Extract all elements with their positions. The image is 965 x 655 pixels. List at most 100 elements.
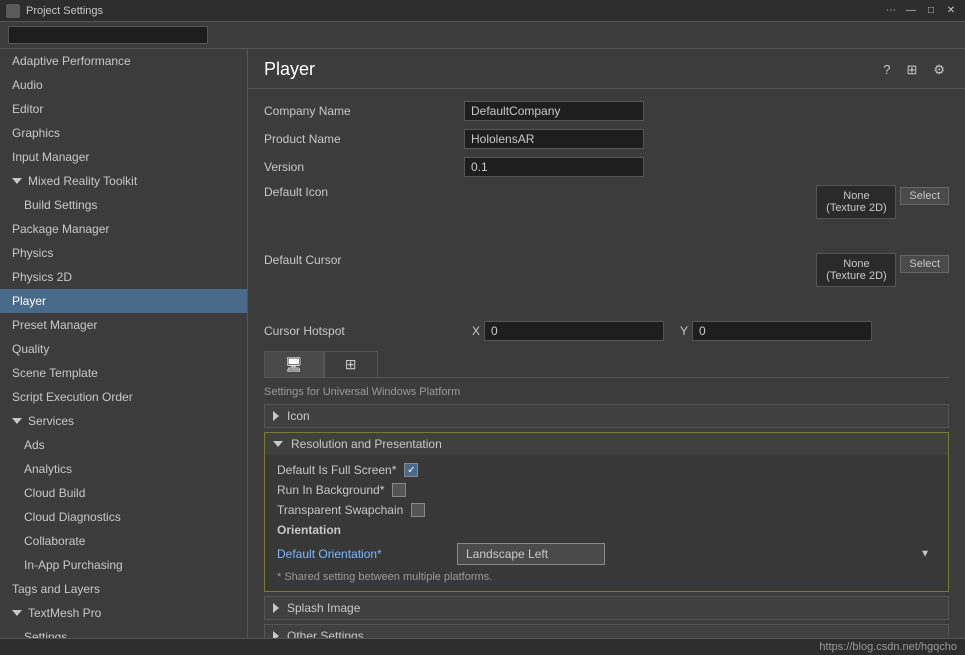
sidebar-item-cloud-build[interactable]: Cloud Build xyxy=(0,481,247,505)
company-name-input[interactable] xyxy=(464,101,644,121)
uwp-label: Settings for Universal Windows Platform xyxy=(264,386,949,398)
default-icon-label: Default Icon xyxy=(264,185,464,199)
layout-button[interactable]: ⊞ xyxy=(902,60,921,80)
run-background-checkbox[interactable] xyxy=(392,483,406,497)
sidebar-item-tags-and-layers[interactable]: Tags and Layers xyxy=(0,577,247,601)
default-cursor-preview: None (Texture 2D) xyxy=(816,253,896,287)
checkmark-icon: ✓ xyxy=(407,465,415,476)
product-name-row: Product Name xyxy=(264,129,949,149)
sidebar-item-ads[interactable]: Ads xyxy=(0,433,247,457)
version-row: Version xyxy=(264,157,949,177)
version-input[interactable] xyxy=(464,157,644,177)
other-settings-header[interactable]: Other Settings xyxy=(265,625,948,638)
sidebar-item-script-execution-order[interactable]: Script Execution Order xyxy=(0,385,247,409)
product-name-input[interactable] xyxy=(464,129,644,149)
other-settings-section: Other Settings xyxy=(264,624,949,638)
default-orientation-label: Default Orientation* xyxy=(277,547,457,561)
resolution-triangle xyxy=(273,441,283,447)
sidebar-item-textmesh-pro[interactable]: TextMesh Pro xyxy=(0,601,247,625)
default-icon-select[interactable]: Select xyxy=(900,187,949,205)
full-screen-label: Default Is Full Screen* xyxy=(277,463,396,477)
platform-tab-windows[interactable]: ⊞ xyxy=(324,351,378,377)
resolution-content: Default Is Full Screen* ✓ Run In Backgro… xyxy=(265,455,948,591)
sidebar-item-adaptive-performance[interactable]: Adaptive Performance xyxy=(0,49,247,73)
default-cursor-select[interactable]: Select xyxy=(900,255,949,273)
help-button[interactable]: ? xyxy=(879,60,894,80)
sidebar-item-settings[interactable]: Settings xyxy=(0,625,247,638)
icon-triangle xyxy=(273,411,279,421)
sidebar-item-graphics[interactable]: Graphics xyxy=(0,121,247,145)
close-button[interactable]: ✕ xyxy=(943,3,959,19)
x-input[interactable] xyxy=(484,321,664,341)
menu-button[interactable]: ⋯ xyxy=(883,3,899,19)
default-icon-none: None xyxy=(843,190,869,202)
content-header: Player ? ⊞ ⚙ xyxy=(248,49,965,89)
triangle-icon-services xyxy=(12,418,22,424)
windows-icon: ⊞ xyxy=(345,356,357,372)
maximize-button[interactable]: □ xyxy=(923,3,939,19)
default-icon-preview: None (Texture 2D) xyxy=(816,185,896,219)
default-cursor-none: None xyxy=(843,258,869,270)
x-label: X xyxy=(472,324,480,338)
sidebar-item-input-manager[interactable]: Input Manager xyxy=(0,145,247,169)
sidebar-item-analytics[interactable]: Analytics xyxy=(0,457,247,481)
default-icon-area: Default Icon None (Texture 2D) Select xyxy=(264,185,949,245)
search-input[interactable] xyxy=(8,26,208,44)
orientation-select[interactable]: Landscape Left Landscape Right Portrait … xyxy=(457,543,605,565)
sidebar-item-preset-manager[interactable]: Preset Manager xyxy=(0,313,247,337)
version-label: Version xyxy=(264,160,464,174)
resolution-collapse-header[interactable]: Resolution and Presentation xyxy=(265,433,948,455)
run-background-label: Run In Background* xyxy=(277,483,384,497)
title-bar: Project Settings ⋯ — □ ✕ xyxy=(0,0,965,22)
title-bar-controls: ⋯ — □ ✕ xyxy=(883,3,959,19)
sidebar: Adaptive Performance Audio Editor Graphi… xyxy=(0,49,248,638)
sidebar-item-physics-2d[interactable]: Physics 2D xyxy=(0,265,247,289)
sidebar-item-audio[interactable]: Audio xyxy=(0,73,247,97)
sidebar-item-physics[interactable]: Physics xyxy=(0,241,247,265)
sidebar-item-player[interactable]: Player xyxy=(0,289,247,313)
app-icon xyxy=(6,4,20,18)
sidebar-item-cloud-diagnostics[interactable]: Cloud Diagnostics xyxy=(0,505,247,529)
sidebar-item-quality[interactable]: Quality xyxy=(0,337,247,361)
run-background-row: Run In Background* xyxy=(277,483,936,497)
splash-image-header[interactable]: Splash Image xyxy=(265,597,948,619)
sidebar-item-in-app-purchasing[interactable]: In-App Purchasing xyxy=(0,553,247,577)
sidebar-item-scene-template[interactable]: Scene Template xyxy=(0,361,247,385)
x-coord-field: X xyxy=(472,321,664,341)
y-input[interactable] xyxy=(692,321,872,341)
gear-settings-button[interactable]: ⚙ xyxy=(929,60,949,80)
default-cursor-texture: (Texture 2D) xyxy=(826,270,887,282)
cursor-hotspot-label: Cursor Hotspot xyxy=(264,324,464,338)
sidebar-item-collaborate[interactable]: Collaborate xyxy=(0,529,247,553)
transparent-swapchain-checkbox[interactable] xyxy=(411,503,425,517)
content-area: Player ? ⊞ ⚙ Company Name Product Name V… xyxy=(248,49,965,638)
platform-tab-monitor[interactable]: 🖥 xyxy=(264,351,324,377)
orientation-section-label: Orientation xyxy=(277,523,936,537)
monitor-icon: 🖥 xyxy=(285,356,303,372)
url-bar: https://blog.csdn.net/hgqcho xyxy=(0,638,965,655)
splash-image-label: Splash Image xyxy=(287,601,360,615)
default-cursor-label: Default Cursor xyxy=(264,253,464,267)
icon-section-label: Icon xyxy=(287,409,310,423)
transparent-swapchain-label: Transparent Swapchain xyxy=(277,503,403,517)
icon-collapse-header[interactable]: Icon xyxy=(265,405,948,427)
splash-image-section: Splash Image xyxy=(264,596,949,620)
sidebar-item-editor[interactable]: Editor xyxy=(0,97,247,121)
triangle-icon xyxy=(12,178,22,184)
minimize-button[interactable]: — xyxy=(903,3,919,19)
default-icon-texture: (Texture 2D) xyxy=(826,202,887,214)
resolution-section: Resolution and Presentation Default Is F… xyxy=(264,432,949,592)
search-bar xyxy=(0,22,965,49)
header-icons: ? ⊞ ⚙ xyxy=(879,60,949,80)
full-screen-row: Default Is Full Screen* ✓ xyxy=(277,463,936,477)
company-name-row: Company Name xyxy=(264,101,949,121)
sidebar-item-package-manager[interactable]: Package Manager xyxy=(0,217,247,241)
sidebar-item-services[interactable]: Services xyxy=(0,409,247,433)
sidebar-item-build-settings[interactable]: Build Settings xyxy=(0,193,247,217)
orientation-select-wrapper: Landscape Left Landscape Right Portrait … xyxy=(457,543,936,565)
url-text: https://blog.csdn.net/hgqcho xyxy=(819,641,957,653)
title-bar-text: Project Settings xyxy=(26,5,883,17)
content-scroll: Company Name Product Name Version Defaul… xyxy=(248,89,965,638)
full-screen-checkbox[interactable]: ✓ xyxy=(404,463,418,477)
sidebar-item-mixed-reality-toolkit[interactable]: Mixed Reality Toolkit xyxy=(0,169,247,193)
